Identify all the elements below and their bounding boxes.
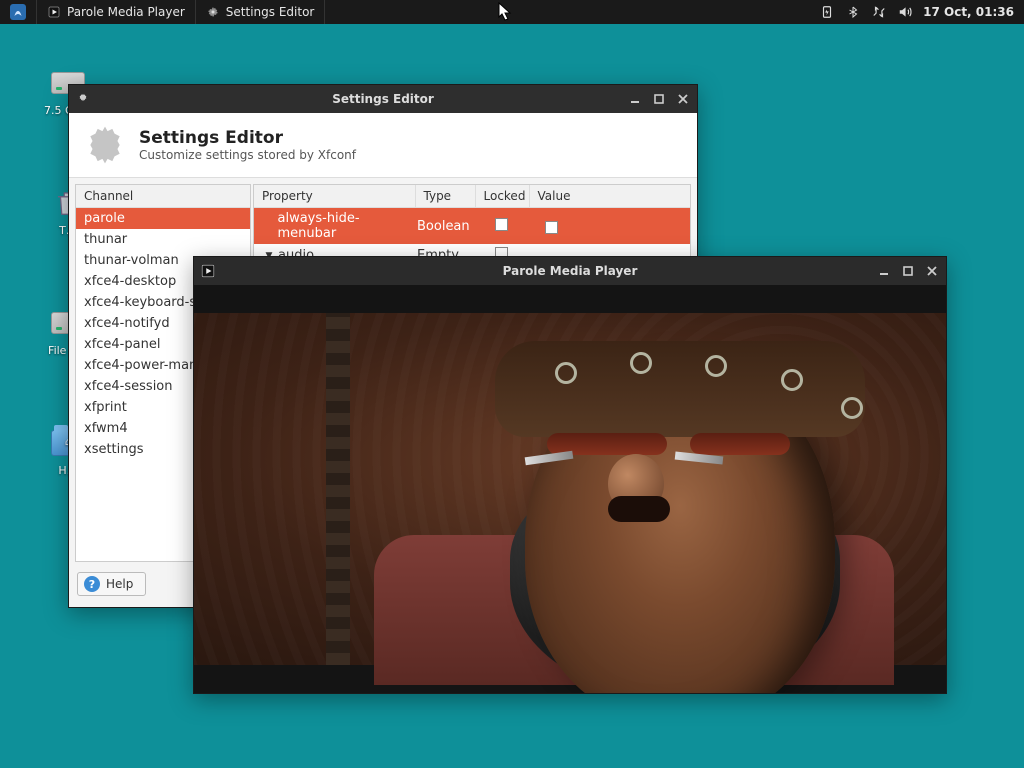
taskbar-item-parole[interactable]: Parole Media Player — [37, 0, 196, 24]
column-header-channel[interactable]: Channel — [76, 185, 250, 207]
minimize-button[interactable] — [627, 91, 643, 107]
play-icon — [47, 5, 61, 19]
minimize-button[interactable] — [876, 263, 892, 279]
maximize-button[interactable] — [900, 263, 916, 279]
settings-editor-subheading: Customize settings stored by Xfconf — [139, 148, 356, 162]
property-row[interactable]: always-hide-menubarBoolean ✓ — [254, 208, 690, 244]
network-icon[interactable] — [871, 4, 887, 20]
taskbar-label: Parole Media Player — [67, 5, 185, 19]
taskbar-label: Settings Editor — [226, 5, 315, 19]
help-button-label: Help — [106, 577, 133, 591]
column-header-property[interactable]: Property — [254, 185, 416, 207]
value-checkbox[interactable]: ✓ — [545, 221, 558, 234]
window-controls — [627, 91, 691, 107]
taskbar-item-settings-editor[interactable]: Settings Editor — [196, 0, 326, 24]
bluetooth-icon[interactable] — [845, 4, 861, 20]
battery-icon[interactable] — [819, 4, 835, 20]
play-icon — [200, 263, 216, 279]
mouse-cursor-icon — [498, 2, 512, 26]
panel-menu-button[interactable] — [0, 0, 37, 24]
window-title: Parole Media Player — [194, 264, 946, 278]
panel-clock[interactable]: 17 Oct, 01:36 — [923, 5, 1014, 19]
maximize-button[interactable] — [651, 91, 667, 107]
volume-icon[interactable] — [897, 4, 913, 20]
parole-titlebar[interactable]: Parole Media Player — [194, 257, 946, 285]
panel-task-area: Parole Media Player Settings Editor — [0, 0, 325, 24]
gear-large-icon — [83, 123, 127, 167]
help-button[interactable]: ? Help — [77, 572, 146, 596]
window-controls — [876, 263, 940, 279]
close-button[interactable] — [924, 263, 940, 279]
channel-row[interactable]: parole — [76, 208, 250, 229]
window-title: Settings Editor — [69, 92, 697, 106]
parole-player-window: Parole Media Player — [193, 256, 947, 694]
column-header-type[interactable]: Type — [416, 185, 476, 207]
channel-row[interactable]: thunar — [76, 229, 250, 250]
property-type: Boolean — [411, 219, 489, 234]
settings-editor-titlebar[interactable]: Settings Editor — [69, 85, 697, 113]
help-icon: ? — [84, 576, 100, 592]
column-header-locked[interactable]: Locked — [476, 185, 530, 207]
property-name: always-hide-menubar — [277, 211, 411, 241]
settings-editor-heading: Settings Editor — [139, 128, 356, 148]
gear-icon — [75, 91, 91, 107]
settings-editor-header: Settings Editor Customize settings store… — [69, 113, 697, 178]
close-button[interactable] — [675, 91, 691, 107]
video-playback-area[interactable] — [194, 285, 946, 693]
column-header-value[interactable]: Value — [530, 185, 691, 207]
top-panel: Parole Media Player Settings Editor 17 O… — [0, 0, 1024, 24]
xfce-logo-icon — [10, 4, 26, 20]
gear-icon — [206, 5, 220, 19]
panel-tray: 17 Oct, 01:36 — [819, 0, 1024, 24]
locked-checkbox[interactable] — [495, 218, 508, 231]
video-frame-illustration — [194, 313, 946, 665]
